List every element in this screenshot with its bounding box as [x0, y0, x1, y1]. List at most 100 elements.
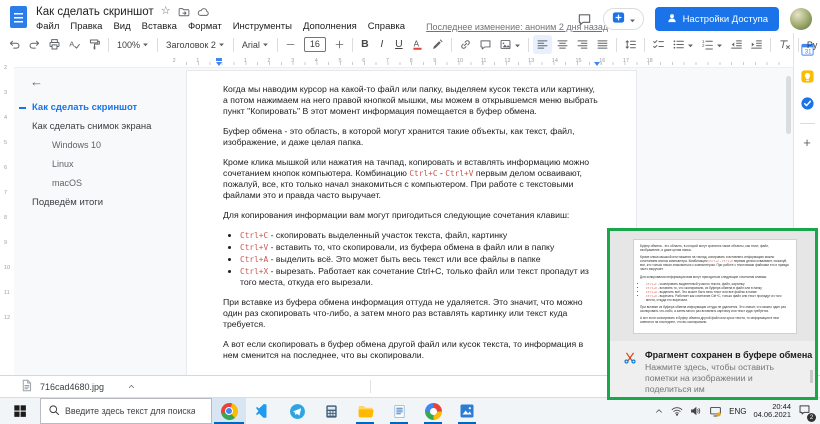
first-line-indent-marker[interactable]	[216, 58, 222, 61]
taskbar-app-vscode[interactable]	[246, 398, 280, 424]
share-button[interactable]: Настройки Доступа	[655, 7, 779, 31]
taskbar-app-explorer[interactable]	[348, 398, 382, 424]
outline-item-3[interactable]: Linux	[14, 155, 186, 174]
outline-item-5[interactable]: Подведём итоги	[14, 193, 186, 212]
taskbar-app-writer[interactable]	[382, 398, 416, 424]
taskbar-app-media[interactable]	[416, 398, 450, 424]
move-folder-icon[interactable]	[178, 6, 190, 18]
outline-item-2[interactable]: Windows 10	[14, 136, 186, 155]
align-center-button[interactable]	[553, 35, 572, 54]
network-icon[interactable]	[671, 405, 683, 417]
download-menu-icon[interactable]	[127, 382, 136, 391]
ruler-number: 5	[339, 58, 342, 64]
notification-body: Нажмите здесь, чтобы оставить пометки на…	[645, 362, 795, 395]
link-button[interactable]	[456, 35, 475, 54]
comment-button[interactable]	[476, 35, 495, 54]
cloud-status-icon[interactable]	[197, 6, 209, 18]
outline-item-0[interactable]: Как сделать скриншот	[14, 98, 186, 117]
checklist-button[interactable]	[649, 35, 668, 54]
zoom-select-button[interactable]: 100%	[113, 35, 153, 54]
outdent-button[interactable]	[727, 35, 746, 54]
bold-button[interactable]: B	[357, 35, 373, 54]
bullet-item: Ctrl+X - вырезать. Работает как сочетани…	[240, 266, 599, 288]
download-item[interactable]: 716cad4680.jpg	[12, 376, 144, 397]
outline-item-4[interactable]: macOS	[14, 174, 186, 193]
document-page[interactable]: Когда мы наводим курсор на какой-то файл…	[186, 70, 637, 375]
avatar[interactable]	[790, 8, 812, 30]
thumbnail-page: Буфер обмена - это область, в которой мо…	[633, 239, 797, 334]
align-right-button[interactable]	[573, 35, 592, 54]
decrease-font-size-button[interactable]	[282, 35, 299, 54]
menu-item-5[interactable]: Инструменты	[233, 21, 292, 32]
menu-item-7[interactable]: Справка	[368, 21, 405, 32]
ruler-number: 1	[244, 58, 247, 64]
toolbar-separator	[277, 38, 278, 52]
screenshot-thumbnail[interactable]: Буфер обмена - это область, в которой мо…	[610, 231, 815, 341]
text-color-button[interactable]: A	[408, 35, 427, 54]
menu-item-2[interactable]: Вид	[113, 21, 130, 32]
align-justify-button[interactable]	[593, 35, 612, 54]
close-outline-button[interactable]: ←	[30, 74, 43, 89]
input-tools-button[interactable]: Ру	[803, 35, 820, 54]
highlight-button[interactable]	[428, 35, 447, 54]
scrollbar-thumb[interactable]	[786, 76, 791, 134]
toolbar: A100%Заголовок 2Arial16BIUA12Ру Редактир…	[0, 33, 793, 56]
print-button[interactable]	[45, 35, 64, 54]
left-indent-marker[interactable]	[216, 62, 222, 66]
search-input[interactable]	[65, 406, 195, 416]
paint-roller-button[interactable]	[85, 35, 104, 54]
toolbar-separator	[644, 38, 645, 52]
vertical-ruler[interactable]: 23456789101112	[0, 57, 14, 375]
menu-item-6[interactable]: Дополнения	[303, 21, 357, 32]
get-addons-button[interactable]: +	[803, 136, 811, 149]
outline-item-1[interactable]: Как сделать снимок экрана	[14, 117, 186, 136]
action-center-button[interactable]: 2	[798, 403, 811, 419]
toolbar-separator	[616, 38, 617, 52]
menu-item-1[interactable]: Правка	[70, 21, 102, 32]
align-left-button[interactable]	[533, 35, 552, 54]
menu-item-4[interactable]: Формат	[188, 21, 222, 32]
volume-icon[interactable]	[690, 405, 702, 417]
google-docs-window: Как сделать скриншот ☆ Файл Правка Вид Вста…	[0, 0, 820, 424]
underline-button[interactable]: U	[391, 35, 407, 54]
menu-item-0[interactable]: Файл	[36, 21, 59, 32]
image-button[interactable]	[496, 35, 524, 54]
font-select-button[interactable]: Arial	[238, 35, 273, 54]
keep-icon[interactable]	[800, 69, 815, 84]
comments-button[interactable]	[577, 12, 592, 27]
present-icon	[611, 10, 626, 28]
indent-button[interactable]	[747, 35, 766, 54]
docs-logo-icon[interactable]	[10, 6, 27, 28]
taskbar-app-calculator[interactable]	[314, 398, 348, 424]
taskbar-app-chrome[interactable]	[212, 398, 246, 424]
font-size-value-button[interactable]: 16	[300, 35, 330, 54]
present-button[interactable]	[603, 8, 644, 30]
taskbar-clock[interactable]: 20:44 04.06.2021	[753, 403, 791, 420]
taskbar-app-telegram[interactable]	[280, 398, 314, 424]
numbered-list-button[interactable]: 12	[698, 35, 726, 54]
document-text[interactable]: Когда мы наводим курсор на какой-то файл…	[187, 71, 636, 361]
tray-expand-icon[interactable]	[654, 406, 664, 416]
italic-button[interactable]: I	[374, 35, 390, 54]
menu-item-3[interactable]: Вставка	[142, 21, 177, 32]
device-tray-icon[interactable]	[709, 405, 722, 418]
styles-select-button[interactable]: Заголовок 2	[162, 35, 229, 54]
bullet-list-button[interactable]	[669, 35, 697, 54]
taskbar-search[interactable]	[40, 398, 212, 424]
language-indicator[interactable]: ENG	[729, 407, 746, 416]
document-title[interactable]: Как сделать скриншот	[36, 6, 154, 18]
increase-font-size-button[interactable]	[331, 35, 348, 54]
notification-message[interactable]: Фрагмент сохранен в буфере обмена Нажмит…	[610, 343, 815, 397]
clear-format-button[interactable]	[775, 35, 794, 54]
start-button[interactable]	[0, 398, 40, 424]
header-right: Настройки Доступа	[577, 4, 812, 31]
star-icon[interactable]: ☆	[161, 6, 171, 17]
redo-button[interactable]	[25, 35, 44, 54]
spellcheck-button[interactable]: A	[65, 35, 84, 54]
line-spacing-button[interactable]	[621, 35, 640, 54]
taskbar-app-photos[interactable]	[450, 398, 484, 424]
snip-notification[interactable]: Буфер обмена - это область, в которой мо…	[607, 228, 818, 400]
horizontal-ruler[interactable]: 21123456789101112131415161718	[0, 56, 793, 68]
undo-button[interactable]	[5, 35, 24, 54]
tasks-icon[interactable]	[800, 96, 815, 111]
